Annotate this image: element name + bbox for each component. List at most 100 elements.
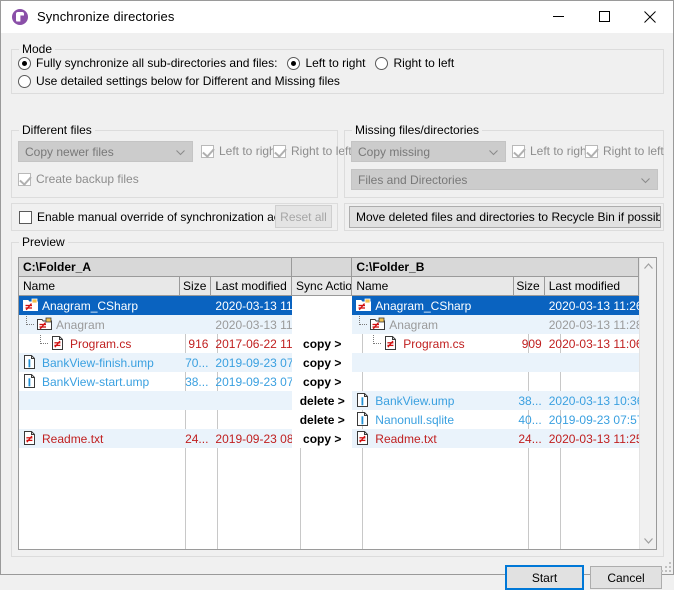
right-size-cell — [514, 372, 545, 391]
column-header-right-name[interactable]: Name — [352, 277, 513, 296]
missing-left-to-right-label: Left to right — [530, 144, 590, 158]
missing-left-to-right-checkbox[interactable]: Left to right — [512, 144, 590, 158]
table-row[interactable]: BankView-start.ump38...2019-09-23 07:57c… — [19, 372, 639, 391]
left-name-cell: Anagram — [19, 315, 180, 334]
column-header-left-modified[interactable]: Last modified — [211, 277, 292, 296]
left-name-cell: Readme.txt — [19, 429, 180, 448]
left-size-cell — [180, 410, 211, 429]
reset-all-label: Reset all — [280, 210, 327, 224]
table-row[interactable]: Anagram_CSharp 2020-03-13 11:28 Anagram_CS… — [19, 296, 639, 315]
close-icon[interactable] — [627, 1, 673, 32]
sync-action-cell[interactable]: copy > — [292, 334, 352, 353]
sync-action-cell[interactable]: delete > — [292, 410, 352, 429]
table-row[interactable]: delete >Nanonull.sqlite40...2019-09-23 0… — [19, 410, 639, 429]
chevron-down-icon — [176, 145, 185, 159]
left-modified-cell — [211, 410, 292, 429]
manual-override-checkbox[interactable]: Enable manual override of synchronizatio… — [19, 210, 305, 224]
file-diff-icon — [23, 431, 38, 446]
chevron-down-icon — [489, 145, 498, 159]
left-name-cell — [19, 391, 180, 410]
sync-action-cell[interactable]: copy > — [292, 353, 352, 372]
scroll-up-icon[interactable] — [644, 258, 653, 274]
left-name-text: BankView-start.ump — [42, 375, 149, 389]
delete-mode-value: Move deleted files and directories to Re… — [356, 210, 661, 224]
left-modified-cell: 2020-03-13 11:28 — [211, 296, 292, 315]
left-name-text: Anagram_CSharp — [42, 299, 138, 313]
sync-action-cell[interactable]: copy > — [292, 372, 352, 391]
table-row[interactable]: delete >BankView.ump38...2020-03-13 10:3… — [19, 391, 639, 410]
resize-grip[interactable] — [659, 560, 671, 572]
table-row[interactable]: Anagram2020-03-13 11:28Anagram2020-03-13… — [19, 315, 639, 334]
cancel-button[interactable]: Cancel — [590, 566, 662, 589]
table-row[interactable]: BankView-finish.ump70...2019-09-23 07:57… — [19, 353, 639, 372]
manual-override-group: Enable manual override of synchronizatio… — [11, 203, 338, 231]
left-name-cell: BankView-start.ump — [19, 372, 180, 391]
right-name-cell: Anagram_CSharp — [352, 296, 513, 315]
preview-column-header: Name Size Last modified Sync Action Name… — [19, 277, 639, 296]
mode-detailed-radio[interactable]: Use detailed settings below for Differen… — [18, 74, 340, 88]
create-backup-files-checkbox[interactable]: Create backup files — [18, 172, 139, 186]
scroll-down-icon[interactable] — [644, 533, 653, 549]
manual-override-label: Enable manual override of synchronizatio… — [37, 210, 305, 224]
start-button[interactable]: Start — [505, 565, 584, 590]
column-header-right-size[interactable]: Size — [514, 277, 545, 296]
file-diff-icon — [384, 336, 399, 351]
root-header-spacer — [292, 258, 352, 277]
different-files-action-combo[interactable]: Copy newer files — [18, 141, 193, 162]
folder-diff-icon — [356, 298, 371, 313]
different-left-to-right-checkbox[interactable]: Left to right — [201, 144, 279, 158]
left-name-cell — [19, 410, 180, 429]
radio-indicator — [375, 57, 388, 70]
right-size-cell: 40... — [514, 410, 545, 429]
column-header-sync-action[interactable]: Sync Action — [292, 277, 352, 296]
left-size-cell: 24... — [180, 429, 211, 448]
table-row[interactable]: Program.cs9162017-06-22 11:50copy >Progr… — [19, 334, 639, 353]
missing-files-legend: Missing files/directories — [352, 124, 482, 136]
reset-all-button[interactable]: Reset all — [275, 205, 332, 228]
different-files-group: Different files Copy newer files Left to… — [11, 130, 338, 198]
mode-left-to-right-label: Left to right — [305, 56, 365, 70]
left-size-cell — [180, 391, 211, 410]
missing-files-scope-combo[interactable]: Files and Directories — [351, 169, 658, 190]
right-name-text: Nanonull.sqlite — [375, 413, 454, 427]
left-size-cell — [180, 315, 211, 334]
sync-action-cell[interactable]: delete > — [292, 391, 352, 410]
mode-legend: Mode — [19, 43, 55, 55]
sync-action-cell[interactable] — [292, 315, 352, 334]
column-header-right-modified[interactable]: Last modified — [545, 277, 639, 296]
folder-diff-icon — [370, 317, 385, 332]
table-row[interactable]: Readme.txt24...2019-09-23 08:09copy >Rea… — [19, 429, 639, 448]
mode-right-to-left-radio[interactable]: Right to left — [375, 56, 454, 70]
missing-right-to-left-checkbox[interactable]: Right to left — [585, 144, 664, 158]
mode-detailed-label: Use detailed settings below for Differen… — [36, 74, 340, 88]
preview-root-header: C:\Folder_A C:\Folder_B — [19, 258, 639, 277]
folder-diff-icon — [23, 298, 38, 313]
mode-left-to-right-radio[interactable]: Left to right — [287, 56, 365, 70]
column-header-left-name[interactable]: Name — [19, 277, 180, 296]
checkbox-indicator — [18, 173, 31, 186]
checkbox-indicator — [19, 211, 32, 224]
missing-files-scope-value: Files and Directories — [358, 173, 467, 187]
missing-files-action-combo[interactable]: Copy missing — [351, 141, 506, 162]
window-title: Synchronize directories — [37, 9, 535, 24]
right-name-cell: Nanonull.sqlite — [352, 410, 513, 429]
start-label: Start — [532, 571, 557, 585]
file-missing-icon — [356, 412, 371, 427]
column-header-left-size[interactable]: Size — [180, 277, 211, 296]
right-name-text: Anagram — [389, 318, 438, 332]
mode-full-radio[interactable]: Fully synchronize all sub-directories an… — [18, 56, 277, 70]
maximize-icon[interactable] — [581, 1, 627, 32]
sync-action-cell[interactable] — [292, 296, 352, 315]
preview-table-body: C:\Folder_A C:\Folder_B Name Size Last m… — [19, 258, 639, 549]
right-modified-cell: 2020-03-13 11:25 — [545, 429, 639, 448]
different-right-to-left-checkbox[interactable]: Right to left — [273, 144, 352, 158]
cancel-label: Cancel — [607, 571, 644, 585]
checkbox-indicator — [201, 145, 214, 158]
preview-vertical-scrollbar[interactable] — [639, 258, 656, 549]
left-name-text: Anagram — [56, 318, 105, 332]
minimize-icon[interactable] — [535, 1, 581, 32]
delete-mode-combo[interactable]: Move deleted files and directories to Re… — [349, 206, 661, 228]
right-name-text: BankView.ump — [375, 394, 454, 408]
sync-action-cell[interactable]: copy > — [292, 429, 352, 448]
right-name-text: Anagram_CSharp — [375, 299, 471, 313]
